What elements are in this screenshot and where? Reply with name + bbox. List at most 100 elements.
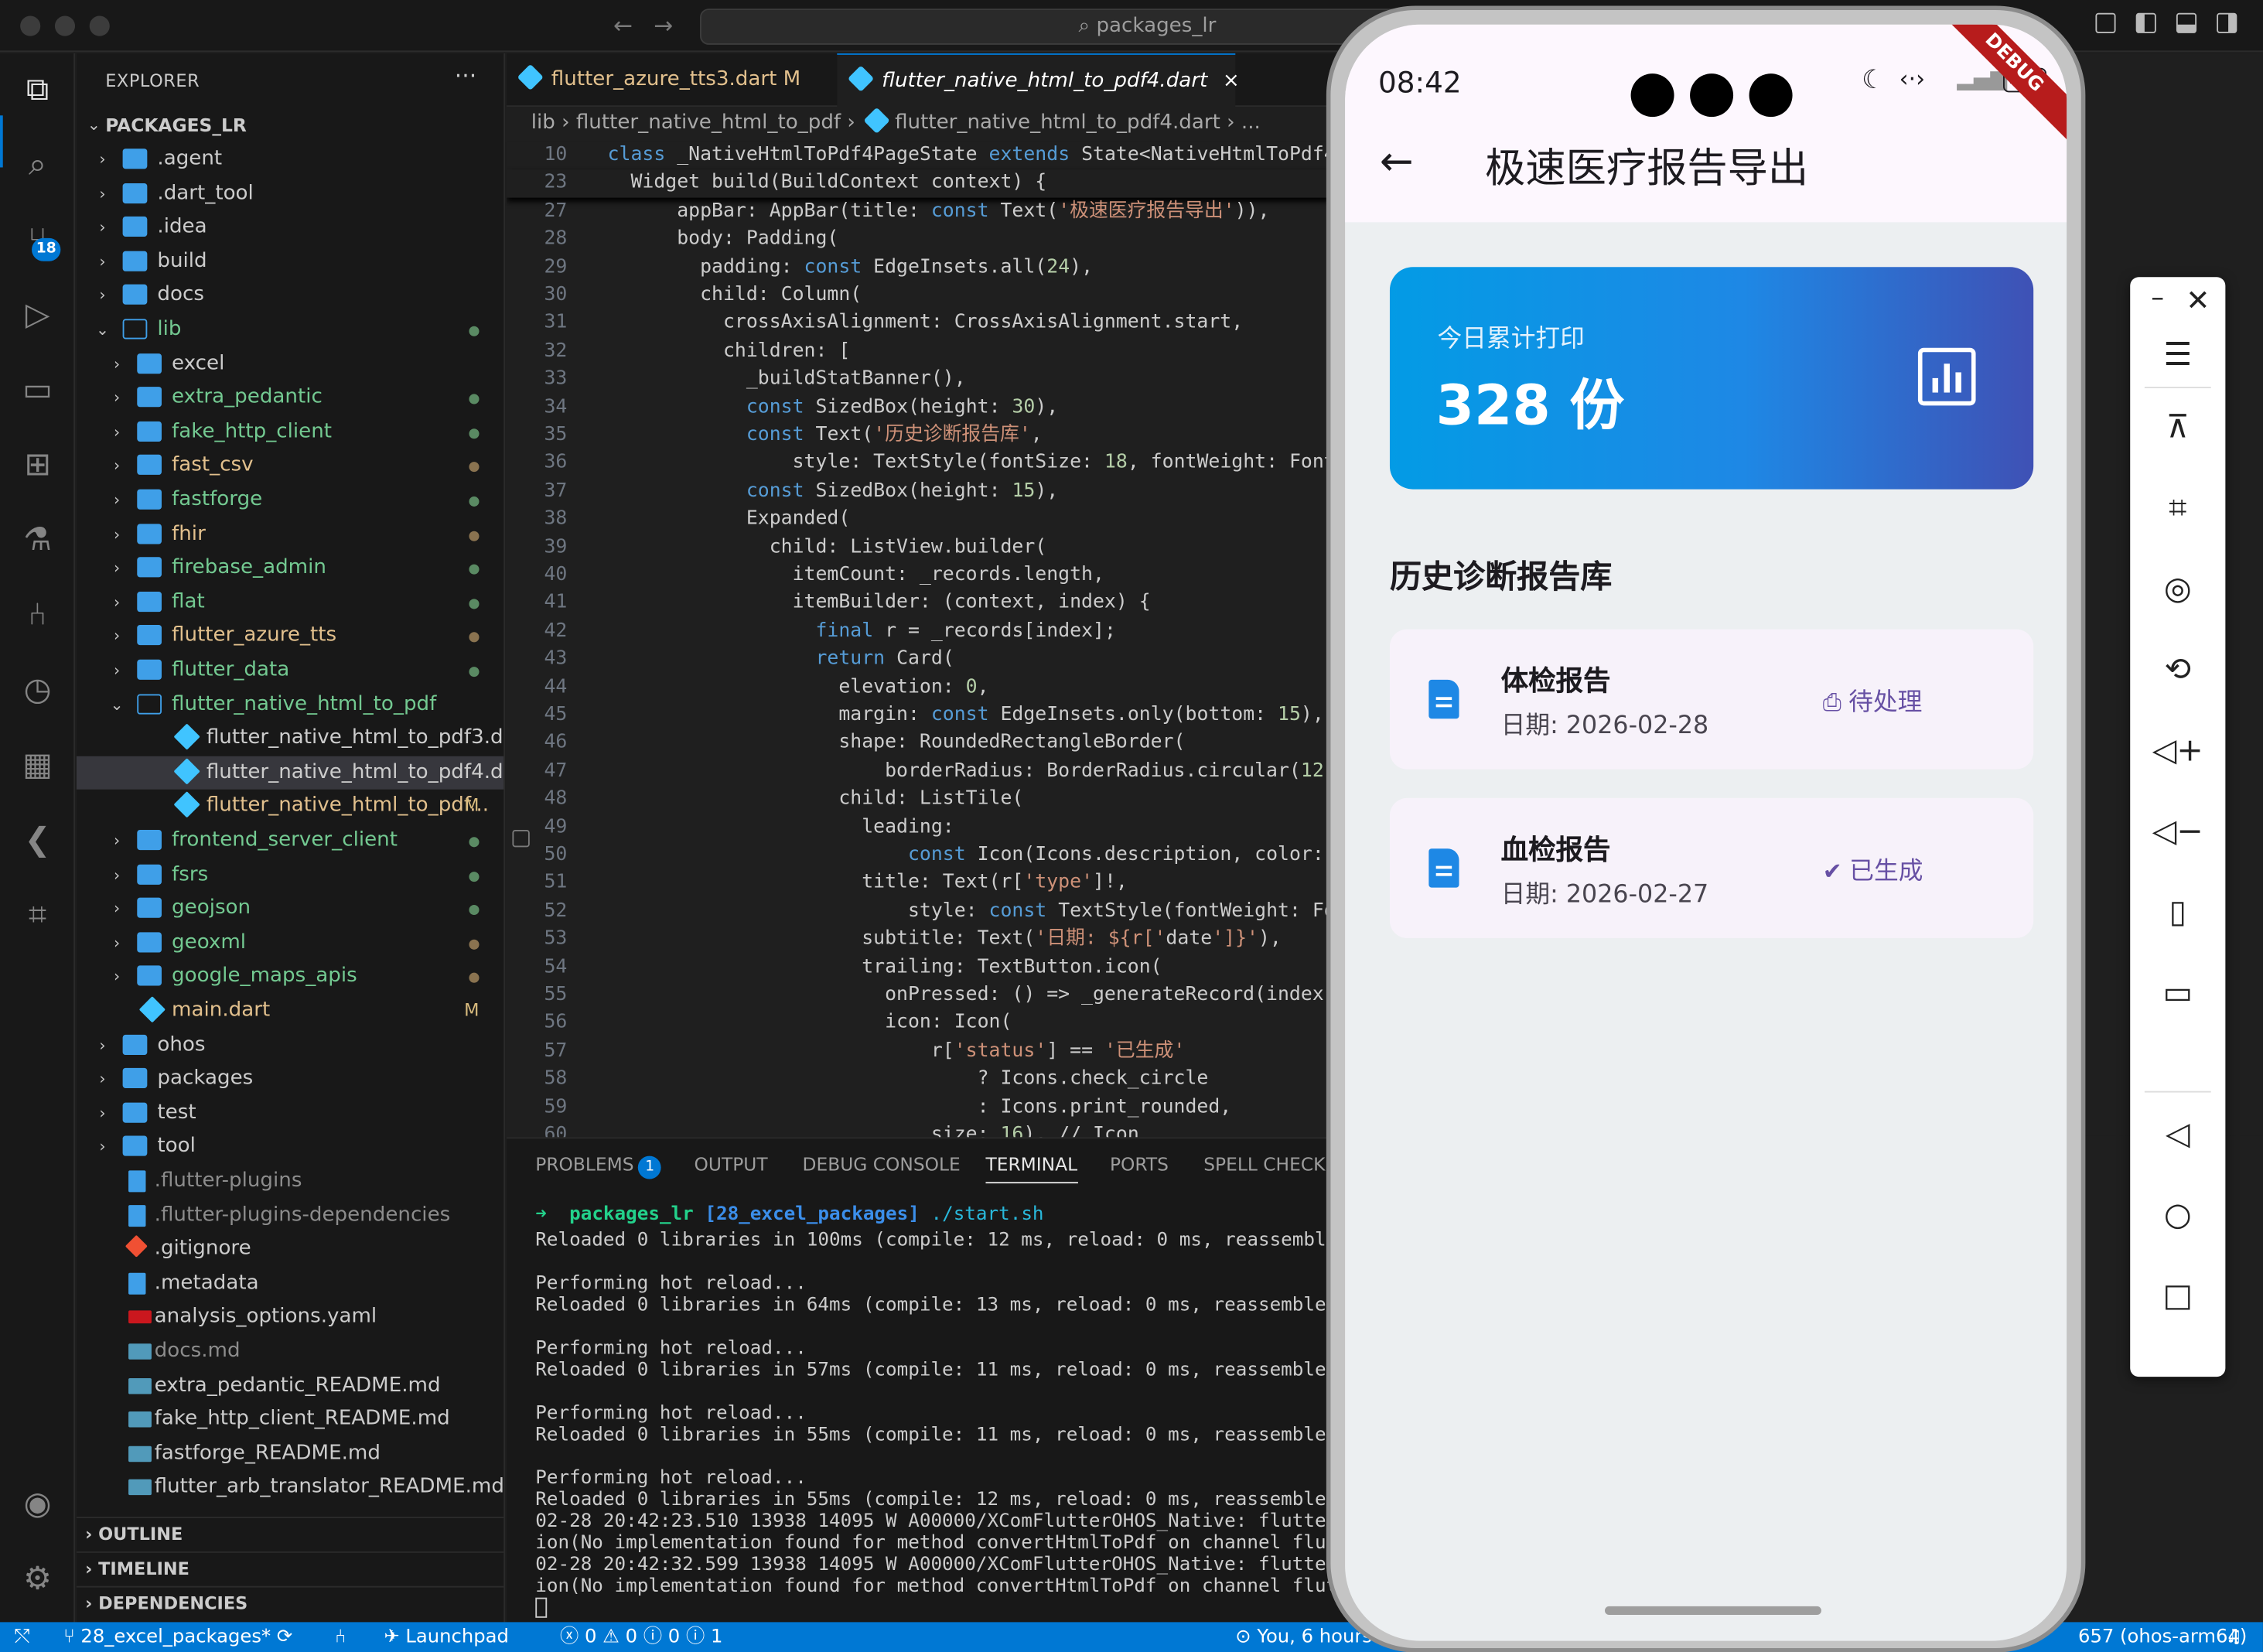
file-item[interactable]: flutter_native_html_to_pdf... M: [77, 790, 503, 824]
folder-item[interactable]: › flutter_data: [77, 654, 503, 688]
folder-item[interactable]: › fake_http_client: [77, 415, 503, 449]
folder-item[interactable]: › docs: [77, 279, 503, 313]
folder-item[interactable]: › packages: [77, 1063, 503, 1097]
tab-ports[interactable]: PORTS: [1110, 1153, 1169, 1175]
maximize-window-button[interactable]: [89, 15, 110, 36]
folder-item[interactable]: ⌄ flutter_native_html_to_pdf: [77, 688, 503, 722]
branch-item[interactable]: ⑂ 28_excel_packages* ⟳: [63, 1622, 292, 1652]
file-item[interactable]: .flutter-plugins-dependencies: [77, 1199, 503, 1233]
folder-item[interactable]: › build: [77, 245, 503, 279]
breadcrumb-item[interactable]: ...: [1241, 111, 1261, 135]
folder-item[interactable]: › fhir: [77, 517, 503, 551]
folder-item[interactable]: › fast_csv: [77, 449, 503, 483]
folder-item[interactable]: › flat: [77, 585, 503, 620]
inspector-icon[interactable]: ⌗: [15, 893, 61, 940]
folder-item[interactable]: › .agent: [77, 143, 503, 177]
extensions-icon[interactable]: ⊞: [15, 443, 61, 490]
tab-output[interactable]: OUTPUT: [695, 1153, 768, 1175]
back-arrow-icon[interactable]: ←: [1380, 137, 1414, 185]
dependencies-section[interactable]: › DEPENDENCIES: [76, 1585, 504, 1620]
workspace-root[interactable]: ⌄ PACKAGES_LR: [77, 108, 503, 142]
notifications-bell-icon[interactable]: ♫: [2225, 1622, 2242, 1652]
folder-item[interactable]: › fastforge: [77, 483, 503, 517]
customize-layout-icon[interactable]: [2095, 12, 2116, 33]
tab-problems[interactable]: PROBLEMS 1: [535, 1153, 662, 1179]
breadcrumb-item[interactable]: lib: [531, 111, 555, 135]
back-arrow-icon[interactable]: ←: [613, 12, 633, 39]
more-actions-icon[interactable]: ···: [455, 62, 476, 89]
close-window-button[interactable]: [20, 15, 41, 36]
crop-screenshot-icon[interactable]: ⌗: [2130, 490, 2225, 527]
file-item[interactable]: analysis_options.yaml: [77, 1301, 503, 1335]
folder-item[interactable]: › excel: [77, 347, 503, 381]
timeline-section[interactable]: › TIMELINE: [76, 1551, 504, 1585]
breadcrumb-item[interactable]: flutter_native_html_to_pdf4.dart: [895, 111, 1220, 135]
folder-item[interactable]: › geoxml: [77, 927, 503, 961]
manage-gear-icon[interactable]: ⚙: [15, 1557, 61, 1603]
file-item[interactable]: fastforge_README.md: [77, 1437, 503, 1471]
timeline-icon[interactable]: ◷: [15, 668, 61, 715]
rotate-screen-icon[interactable]: ⟲: [2130, 652, 2225, 688]
file-item[interactable]: fake_http_client_README.md: [77, 1403, 503, 1437]
forward-arrow-icon[interactable]: →: [654, 12, 673, 39]
remote-icon[interactable]: ⤲: [15, 1622, 29, 1652]
folder-item[interactable]: › ohos: [77, 1029, 503, 1063]
toggle-panel-icon[interactable]: [2176, 12, 2197, 33]
nav-back-icon[interactable]: ◁: [2130, 1117, 2225, 1153]
file-item[interactable]: .flutter-plugins: [77, 1165, 503, 1199]
ports-icon[interactable]: ⑃: [335, 1622, 346, 1652]
search-view-icon[interactable]: ⌕: [15, 143, 61, 189]
testing-icon[interactable]: ⚗: [15, 518, 61, 565]
folder-item[interactable]: › tool: [77, 1131, 503, 1165]
menu-icon[interactable]: ☰: [2130, 338, 2225, 374]
nav-recents-icon[interactable]: □: [2130, 1278, 2225, 1315]
minimize-window-button[interactable]: [54, 15, 76, 36]
folder-item[interactable]: › .idea: [77, 211, 503, 245]
folder-item[interactable]: › geojson: [77, 893, 503, 927]
folder-item[interactable]: › fsrs: [77, 858, 503, 893]
close-tab-icon[interactable]: ×: [1223, 70, 1240, 93]
screen-record-icon[interactable]: ◎: [2130, 572, 2225, 608]
device-item[interactable]: 657 (ohos-arm64): [2078, 1622, 2247, 1652]
list-item[interactable]: 血检报告 日期: 2026-02-27 ✔ 已生成: [1389, 797, 2034, 938]
launchpad-item[interactable]: ✈ Launchpad: [384, 1622, 509, 1652]
remote-explorer-icon[interactable]: ▭: [15, 368, 61, 415]
status-button[interactable]: ✔ 已生成: [1823, 850, 1923, 886]
folder-item[interactable]: › .dart_tool: [77, 177, 503, 211]
status-button[interactable]: ⎙ 待处理: [1823, 681, 1923, 717]
folder-item[interactable]: › frontend_server_client: [77, 824, 503, 858]
flutter-icon[interactable]: ❮: [15, 818, 61, 865]
problems-item[interactable]: ⓧ 0 ⚠ 0 ⓘ 0 ⓘ 1: [560, 1622, 722, 1652]
tab-terminal[interactable]: TERMINAL: [985, 1153, 1078, 1184]
fold-device-icon[interactable]: ▭: [2130, 975, 2225, 1012]
file-item[interactable]: flutter_native_html_to_pdf3.dart: [77, 722, 503, 756]
file-item[interactable]: docs.md: [77, 1335, 503, 1369]
tab-flutter-azure-tts3[interactable]: flutter_azure_tts3.dart M: [507, 53, 835, 107]
file-item[interactable]: flutter_arb_translator_README.md: [77, 1471, 503, 1505]
file-item[interactable]: main.dart M: [77, 995, 503, 1029]
tab-spell-checker[interactable]: SPELL CHECKE: [1203, 1153, 1336, 1175]
close-icon[interactable]: ✕: [2150, 283, 2245, 318]
terminal-output[interactable]: Reloaded 0 libraries in 100ms (compile: …: [535, 1230, 1360, 1598]
folder-item[interactable]: › google_maps_apis: [77, 961, 503, 995]
pin-top-icon[interactable]: ⊼: [2130, 410, 2225, 446]
folder-item[interactable]: › test: [77, 1097, 503, 1131]
shake-device-icon[interactable]: ▯: [2130, 895, 2225, 931]
toggle-sidebar-icon[interactable]: [2135, 12, 2156, 33]
explorer-icon[interactable]: ⧉: [15, 68, 61, 114]
git-graph-icon[interactable]: ⑃: [15, 593, 61, 640]
file-item[interactable]: flutter_native_html_to_pdf4.dart: [76, 756, 504, 790]
tab-debug-console[interactable]: DEBUG CONSOLE: [802, 1153, 960, 1175]
outline-section[interactable]: › OUTLINE: [76, 1517, 504, 1550]
containers-icon[interactable]: ▦: [15, 743, 61, 790]
run-debug-icon[interactable]: ▷: [15, 293, 61, 340]
list-item[interactable]: 体检报告 日期: 2026-02-28 ⎙ 待处理: [1389, 629, 2034, 770]
home-indicator[interactable]: [1604, 1606, 1821, 1616]
file-item[interactable]: .metadata: [77, 1267, 503, 1301]
volume-down-icon[interactable]: ◁−: [2130, 814, 2225, 850]
file-item[interactable]: extra_pedantic_README.md: [77, 1369, 503, 1403]
folder-item[interactable]: ⌄ lib: [77, 313, 503, 347]
folder-item[interactable]: › extra_pedantic: [77, 381, 503, 415]
toggle-secondary-sidebar-icon[interactable]: [2217, 12, 2237, 33]
volume-up-icon[interactable]: ◁+: [2130, 733, 2225, 770]
